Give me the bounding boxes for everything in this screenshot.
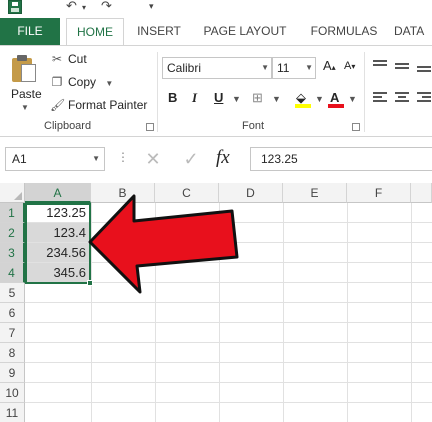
red-arrow — [88, 194, 239, 294]
annotation-arrow-layer — [88, 194, 239, 294]
